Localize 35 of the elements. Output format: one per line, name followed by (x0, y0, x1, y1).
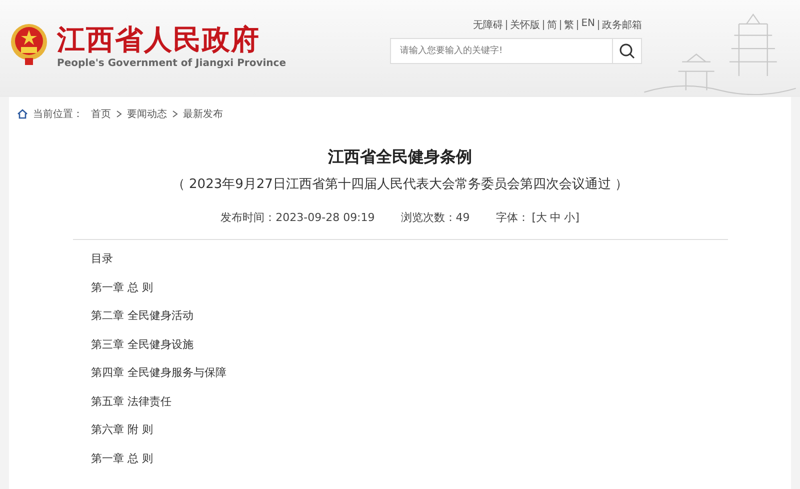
top-link[interactable]: EN (581, 18, 595, 32)
search-icon (619, 43, 635, 59)
article-title: 江西省全民健身条例 (327, 146, 473, 168)
site-subtitle: People's Government of Jiangxi Province (57, 58, 286, 70)
article-paragraph: 目录 (91, 252, 114, 267)
top-link[interactable]: 关怀版 (510, 18, 540, 32)
breadcrumb-link[interactable]: 最新发布 (183, 107, 223, 121)
article-subtitle: （ 2023年9月27日江西省第十四届人民代表大会常务委员会第四次会议通过 ） (170, 176, 630, 194)
view-count: 浏览次数：49 (400, 210, 470, 225)
top-link[interactable]: 简 (547, 18, 558, 32)
article-paragraph: 第一章 总 则 (91, 280, 154, 296)
breadcrumb-link[interactable]: 首页 (91, 107, 111, 121)
chevron-icon (116, 110, 122, 118)
home-icon (17, 109, 28, 119)
publish-time: 发布时间：2023-09-28 09:19 (220, 210, 375, 225)
article-paragraph: 第四章 全民健身服务与保障 (91, 366, 228, 381)
breadcrumb-link[interactable]: 要闻动态 (127, 107, 167, 121)
font-size-link[interactable]: [大 (532, 210, 548, 225)
site-title: 江西省人民政府 (57, 22, 261, 58)
emblem-icon (9, 22, 49, 66)
article-paragraph: 第一章 总 则 (91, 452, 154, 466)
font-size-link[interactable]: 小] (564, 210, 580, 225)
search-field[interactable]: 请输入您要输入的关键字! (390, 38, 612, 64)
top-link[interactable]: 政务邮箱 (602, 18, 642, 32)
article-paragraph: 第三章 全民健身设施 (91, 338, 194, 352)
font-size-label: 字体： (496, 210, 529, 225)
article-paragraph: 第二章 全民健身活动 (91, 309, 194, 324)
article-paragraph: 第六章 附 则 (91, 423, 154, 438)
top-link[interactable]: 无障碍 (473, 18, 504, 32)
top-link[interactable]: 繁 (564, 18, 574, 32)
article-paragraph: 第五章 法律责任 (91, 394, 172, 410)
font-size-link[interactable]: 中 (550, 210, 562, 225)
chevron-icon (172, 110, 178, 118)
breadcrumb-label: 当前位置： (33, 108, 83, 121)
search-button[interactable] (612, 38, 642, 64)
